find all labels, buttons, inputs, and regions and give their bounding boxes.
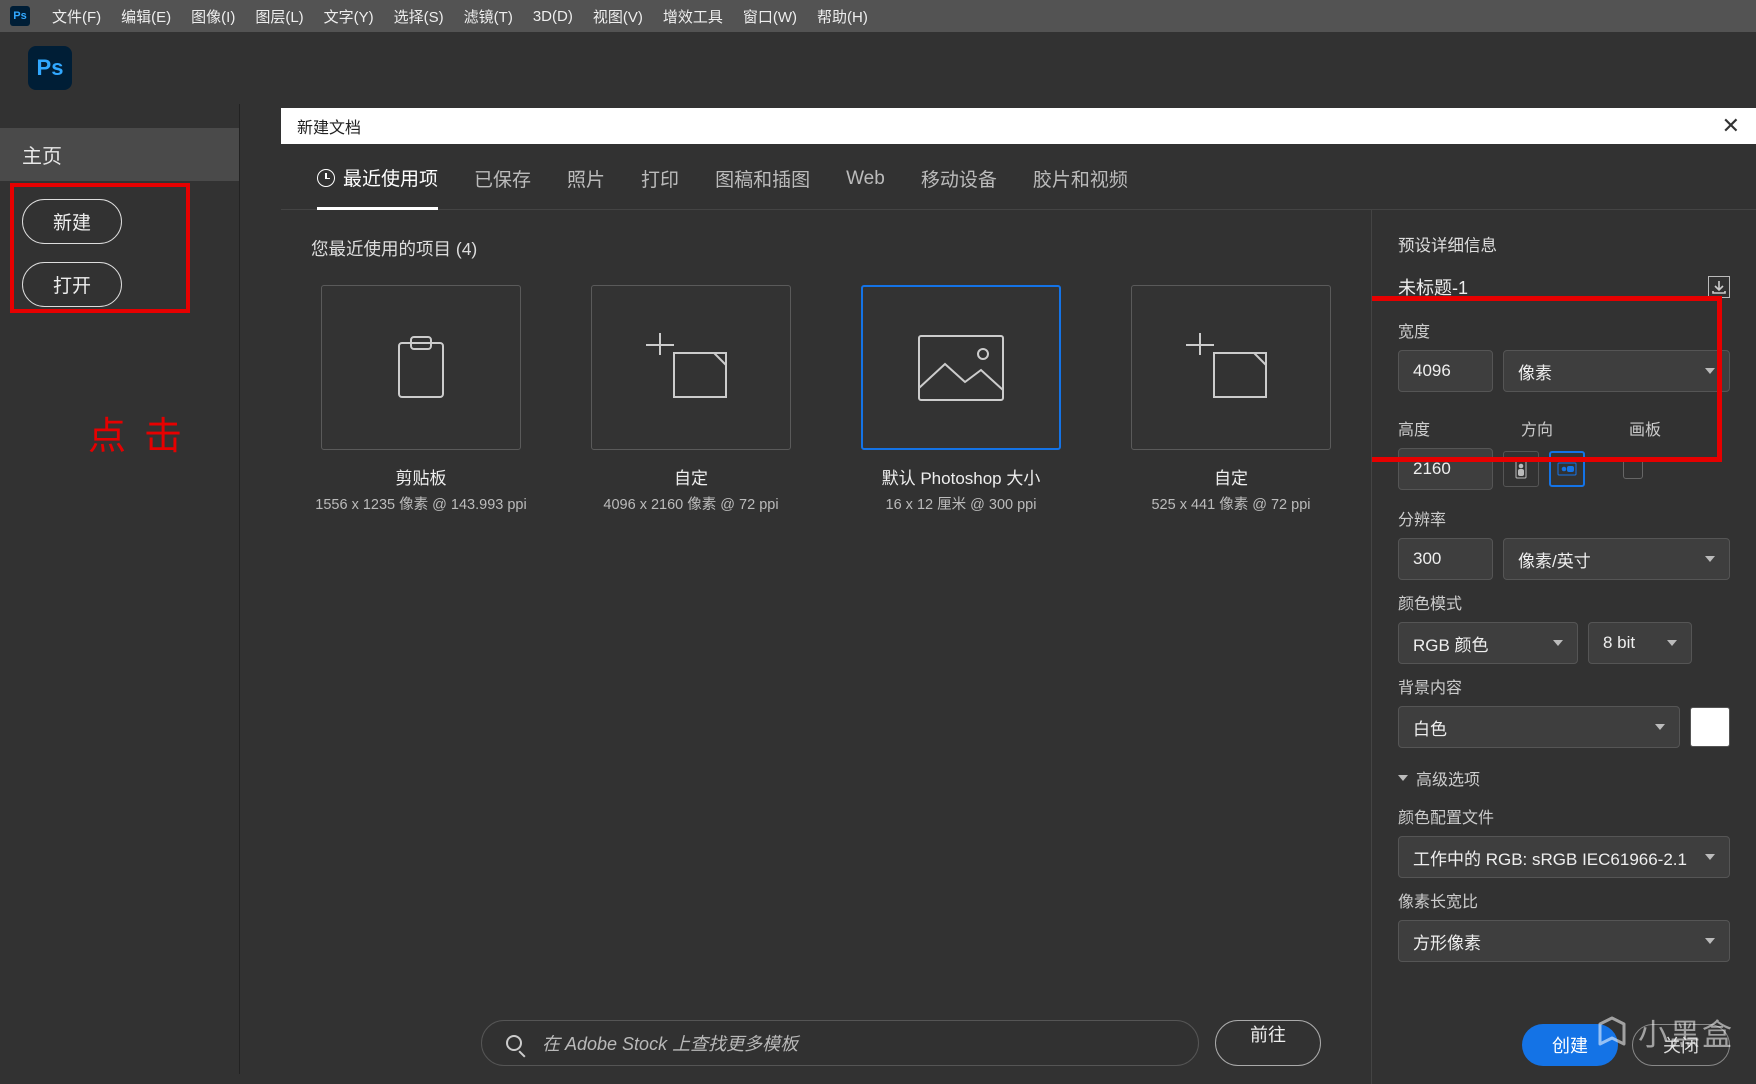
orientation-label: 方向 xyxy=(1521,416,1601,440)
preset-card-custom-1[interactable]: 自定 4096 x 2160 像素 @ 72 ppi xyxy=(581,285,801,515)
resolution-label: 分辨率 xyxy=(1398,506,1730,530)
chevron-down-icon xyxy=(1655,724,1665,730)
color-profile-select[interactable]: 工作中的 RGB: sRGB IEC61966-2.1 xyxy=(1398,836,1730,878)
clock-icon xyxy=(317,169,335,187)
tab-film[interactable]: 胶片和视频 xyxy=(1033,164,1128,209)
dialog-left-panel: 您最近使用的项目 (4) 剪贴板 1556 x 1235 像素 @ 143.99… xyxy=(281,210,1371,1084)
home-sidebar: 主页 新建 打开 xyxy=(0,104,240,1074)
artboard-checkbox[interactable] xyxy=(1623,459,1643,479)
chevron-down-icon xyxy=(1705,854,1715,860)
menu-type[interactable]: 文字(Y) xyxy=(314,6,384,27)
watermark-logo-icon xyxy=(1594,1014,1630,1050)
save-preset-icon[interactable] xyxy=(1708,276,1730,298)
preset-card-default-ps[interactable]: 默认 Photoshop 大小 16 x 12 厘米 @ 300 ppi xyxy=(851,285,1071,515)
color-profile-label: 颜色配置文件 xyxy=(1398,804,1730,828)
pixel-aspect-select[interactable]: 方形像素 xyxy=(1398,920,1730,962)
annotation-click-text: 点击 xyxy=(88,405,200,460)
app-topbar: Ps xyxy=(0,32,1756,104)
tab-mobile[interactable]: 移动设备 xyxy=(921,164,997,209)
menu-view[interactable]: 视图(V) xyxy=(583,6,653,27)
unit-select[interactable]: 像素 xyxy=(1503,350,1730,392)
tab-print[interactable]: 打印 xyxy=(641,164,679,209)
width-input[interactable]: 4096 xyxy=(1398,350,1493,392)
menu-help[interactable]: 帮助(H) xyxy=(807,6,878,27)
dialog-titlebar: 新建文档 ✕ xyxy=(281,108,1756,144)
preset-heading: 预设详细信息 xyxy=(1398,232,1730,256)
chevron-down-icon xyxy=(1553,640,1563,646)
artboard-label: 画板 xyxy=(1629,416,1661,440)
tab-art[interactable]: 图稿和插图 xyxy=(715,164,810,209)
resolution-unit-select[interactable]: 像素/英寸 xyxy=(1503,538,1730,580)
menu-file[interactable]: 文件(F) xyxy=(42,6,111,27)
chevron-down-icon xyxy=(1667,640,1677,646)
new-document-dialog: 新建文档 ✕ 最近使用项 已保存 照片 打印 图稿和插图 Web 移动设备 胶片… xyxy=(281,108,1756,1074)
app-icon: Ps xyxy=(10,6,30,26)
preset-name-input[interactable]: 未标题-1 xyxy=(1398,274,1468,300)
menu-plugins[interactable]: 增效工具 xyxy=(653,6,733,27)
pixel-aspect-label: 像素长宽比 xyxy=(1398,888,1730,912)
sidebar-home[interactable]: 主页 xyxy=(0,128,239,181)
close-icon[interactable]: ✕ xyxy=(1722,113,1740,139)
stock-search-input[interactable]: 在 Adobe Stock 上查找更多模板 xyxy=(481,1020,1199,1066)
watermark: 小黑盒 xyxy=(1594,1010,1734,1054)
app-logo: Ps xyxy=(28,46,72,90)
orientation-portrait[interactable] xyxy=(1503,451,1539,487)
open-button[interactable]: 打开 xyxy=(22,262,122,307)
stock-search-row: 在 Adobe Stock 上查找更多模板 前往 xyxy=(481,1020,1321,1066)
advanced-options-toggle[interactable]: 高级选项 xyxy=(1398,766,1730,790)
dialog-title: 新建文档 xyxy=(297,114,361,138)
watermark-text: 小黑盒 xyxy=(1638,1010,1734,1054)
orientation-landscape[interactable] xyxy=(1549,451,1585,487)
resolution-input[interactable]: 300 xyxy=(1398,538,1493,580)
preset-details-panel: 预设详细信息 未标题-1 宽度 4096 像素 高度 方向 画板 2160 xyxy=(1371,210,1756,1084)
preset-card-custom-2[interactable]: 自定 525 x 441 像素 @ 72 ppi xyxy=(1121,285,1341,515)
search-icon xyxy=(506,1035,522,1051)
menu-layer[interactable]: 图层(L) xyxy=(245,6,313,27)
tab-web[interactable]: Web xyxy=(846,164,885,209)
menubar: Ps 文件(F) 编辑(E) 图像(I) 图层(L) 文字(Y) 选择(S) 滤… xyxy=(0,0,1756,32)
chevron-down-icon xyxy=(1705,556,1715,562)
preset-card-clipboard[interactable]: 剪贴板 1556 x 1235 像素 @ 143.993 ppi xyxy=(311,285,531,515)
height-label: 高度 xyxy=(1398,416,1493,440)
menu-3d[interactable]: 3D(D) xyxy=(523,8,583,25)
new-button[interactable]: 新建 xyxy=(22,199,122,244)
menu-select[interactable]: 选择(S) xyxy=(384,6,454,27)
tab-saved[interactable]: 已保存 xyxy=(474,164,531,209)
color-mode-label: 颜色模式 xyxy=(1398,590,1730,614)
chevron-down-icon xyxy=(1705,368,1715,374)
bit-depth-select[interactable]: 8 bit xyxy=(1588,622,1692,664)
tab-recent[interactable]: 最近使用项 xyxy=(317,164,438,210)
menu-image[interactable]: 图像(I) xyxy=(181,6,245,27)
stock-go-button[interactable]: 前往 xyxy=(1215,1020,1321,1066)
menu-window[interactable]: 窗口(W) xyxy=(733,6,807,27)
background-select[interactable]: 白色 xyxy=(1398,706,1680,748)
height-input[interactable]: 2160 xyxy=(1398,448,1493,490)
width-label: 宽度 xyxy=(1398,318,1730,342)
menu-edit[interactable]: 编辑(E) xyxy=(111,6,181,27)
background-color-swatch[interactable] xyxy=(1690,707,1730,747)
color-mode-select[interactable]: RGB 颜色 xyxy=(1398,622,1578,664)
chevron-down-icon xyxy=(1705,938,1715,944)
chevron-down-icon xyxy=(1398,775,1408,781)
menu-filter[interactable]: 滤镜(T) xyxy=(454,6,523,27)
tab-photo[interactable]: 照片 xyxy=(567,164,605,209)
recent-heading: 您最近使用的项目 (4) xyxy=(311,236,1341,261)
background-label: 背景内容 xyxy=(1398,674,1730,698)
dialog-tabs: 最近使用项 已保存 照片 打印 图稿和插图 Web 移动设备 胶片和视频 xyxy=(281,144,1756,210)
